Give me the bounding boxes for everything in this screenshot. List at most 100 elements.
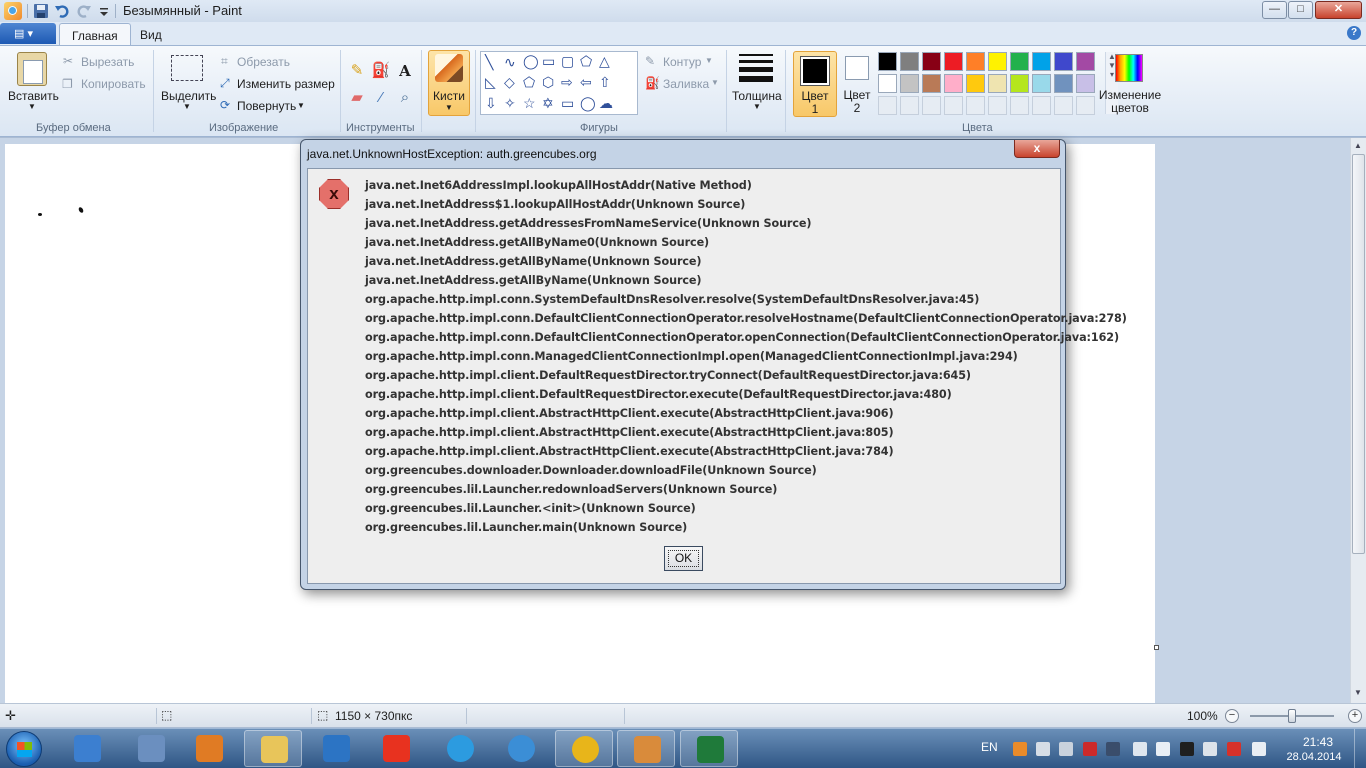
- thickness-icon[interactable]: [739, 54, 773, 82]
- tray-device-icon[interactable]: [1036, 742, 1050, 756]
- tray-pdf-icon[interactable]: [1083, 742, 1097, 756]
- taskbar-button[interactable]: [555, 730, 613, 767]
- maximize-button[interactable]: □: [1288, 1, 1313, 19]
- oval-shape-icon[interactable]: ◯: [523, 54, 539, 68]
- color1-button[interactable]: Цвет 1: [793, 51, 837, 117]
- paint-app-icon[interactable]: [4, 2, 22, 20]
- star4-shape-icon[interactable]: ✧: [504, 96, 516, 110]
- tray-monitor-icon[interactable]: [1106, 742, 1120, 756]
- palette-color-swatch[interactable]: [988, 52, 1007, 71]
- star5-shape-icon[interactable]: ☆: [523, 96, 536, 110]
- scroll-up-icon[interactable]: ▲: [1354, 141, 1362, 150]
- taskbar-button[interactable]: [244, 730, 302, 767]
- palette-color-swatch[interactable]: [966, 52, 985, 71]
- palette-color-swatch[interactable]: [1076, 52, 1095, 71]
- pencil-icon[interactable]: ✎: [346, 60, 368, 82]
- language-indicator[interactable]: EN: [981, 740, 998, 754]
- crop-button[interactable]: Обрезать: [237, 55, 290, 69]
- undo-icon[interactable]: [54, 3, 70, 19]
- chevron-down-icon[interactable]: ▼: [28, 102, 36, 111]
- save-icon[interactable]: [33, 3, 49, 19]
- rotate-button[interactable]: Повернуть: [237, 99, 296, 113]
- ok-button[interactable]: OK: [664, 546, 703, 571]
- line-shape-icon[interactable]: ╲: [485, 55, 493, 69]
- text-icon[interactable]: A: [394, 60, 416, 82]
- select-icon[interactable]: [171, 55, 203, 81]
- tray-cloud-icon[interactable]: [1059, 742, 1073, 756]
- tab-home[interactable]: Главная: [59, 23, 131, 45]
- paste-button[interactable]: Вставить: [8, 89, 59, 103]
- right-triangle-shape-icon[interactable]: ◺: [485, 75, 496, 89]
- palette-color-swatch[interactable]: [900, 74, 919, 93]
- clock-date[interactable]: 28.04.2014: [1284, 751, 1344, 763]
- taskbar-button[interactable]: [122, 730, 180, 767]
- palette-color-swatch[interactable]: [944, 52, 963, 71]
- color-picker-icon[interactable]: ⁄: [370, 87, 392, 109]
- resize-button[interactable]: Изменить размер: [237, 77, 335, 91]
- close-button[interactable]: ✕: [1315, 1, 1362, 19]
- action-center-flag-icon[interactable]: [1252, 742, 1266, 756]
- fill-bucket-icon[interactable]: ⛽: [370, 60, 392, 82]
- chevron-down-icon[interactable]: ▼: [705, 56, 713, 65]
- palette-color-swatch[interactable]: [922, 52, 941, 71]
- hexagon-shape-icon[interactable]: ⬡: [542, 75, 554, 89]
- zoom-in-button[interactable]: +: [1348, 709, 1362, 723]
- palette-empty-swatch[interactable]: [966, 96, 985, 115]
- brushes-button[interactable]: Кисти ▼: [428, 50, 470, 116]
- tray-antivirus-icon[interactable]: [1227, 742, 1241, 756]
- cut-button[interactable]: Вырезать: [81, 55, 134, 69]
- tab-view[interactable]: Вид: [128, 23, 174, 45]
- callout-cloud-shape-icon[interactable]: ☁: [599, 96, 613, 110]
- fill-button[interactable]: Заливка: [663, 77, 709, 91]
- palette-empty-swatch[interactable]: [1032, 96, 1051, 115]
- taskbar-button[interactable]: [431, 730, 489, 767]
- chevron-down-icon[interactable]: ▼: [183, 102, 191, 111]
- edit-colors-button[interactable]: Изменение цветов: [1097, 89, 1163, 115]
- palette-empty-swatch[interactable]: [922, 96, 941, 115]
- triangle-shape-icon[interactable]: △: [599, 54, 610, 68]
- palette-empty-swatch[interactable]: [878, 96, 897, 115]
- diamond-shape-icon[interactable]: ◇: [504, 75, 515, 89]
- zoom-out-button[interactable]: −: [1225, 709, 1239, 723]
- polygon-shape-icon[interactable]: ⬠: [580, 54, 592, 68]
- zoom-slider-thumb[interactable]: [1288, 709, 1296, 723]
- clock-time[interactable]: 21:43: [1298, 735, 1338, 749]
- callout-oval-shape-icon[interactable]: ◯: [580, 96, 596, 110]
- palette-color-swatch[interactable]: [1054, 52, 1073, 71]
- curve-shape-icon[interactable]: ∿: [504, 55, 516, 69]
- palette-color-swatch[interactable]: [944, 74, 963, 93]
- taskbar-button[interactable]: [492, 730, 550, 767]
- arrow-left-shape-icon[interactable]: ⇦: [580, 75, 592, 89]
- color2-button[interactable]: Цвет 2: [840, 89, 874, 115]
- callout-rect-shape-icon[interactable]: ▭: [561, 96, 574, 110]
- color2-swatch[interactable]: [845, 56, 869, 80]
- edit-colors-icon[interactable]: [1115, 54, 1143, 82]
- magnifier-icon[interactable]: ⌕: [394, 87, 416, 109]
- taskbar-button[interactable]: [367, 730, 425, 767]
- select-button[interactable]: Выделить: [161, 89, 216, 103]
- palette-color-swatch[interactable]: [878, 74, 897, 93]
- palette-color-swatch[interactable]: [922, 74, 941, 93]
- network-signal-icon[interactable]: [1156, 742, 1170, 756]
- palette-color-swatch[interactable]: [878, 52, 897, 71]
- tray-app-icon[interactable]: [1013, 742, 1027, 756]
- chevron-down-icon[interactable]: ▼: [297, 101, 305, 110]
- taskbar-button[interactable]: [180, 730, 238, 767]
- copy-button[interactable]: Копировать: [81, 77, 146, 91]
- palette-color-swatch[interactable]: [1032, 74, 1051, 93]
- vertical-scrollbar[interactable]: ▲ ▼: [1350, 138, 1366, 703]
- palette-color-swatch[interactable]: [988, 74, 1007, 93]
- volume-icon[interactable]: [1133, 742, 1147, 756]
- tray-usb-icon[interactable]: [1203, 742, 1217, 756]
- eraser-icon[interactable]: ▰: [346, 87, 368, 109]
- palette-empty-swatch[interactable]: [944, 96, 963, 115]
- palette-empty-swatch[interactable]: [988, 96, 1007, 115]
- scrollbar-thumb[interactable]: [1352, 154, 1365, 554]
- palette-empty-swatch[interactable]: [1076, 96, 1095, 115]
- customize-toolbar-icon[interactable]: [96, 3, 112, 19]
- redo-icon[interactable]: [76, 3, 92, 19]
- palette-empty-swatch[interactable]: [900, 96, 919, 115]
- help-icon[interactable]: ?: [1347, 26, 1361, 40]
- taskbar-button[interactable]: [307, 730, 365, 767]
- outline-button[interactable]: Контур: [663, 55, 701, 69]
